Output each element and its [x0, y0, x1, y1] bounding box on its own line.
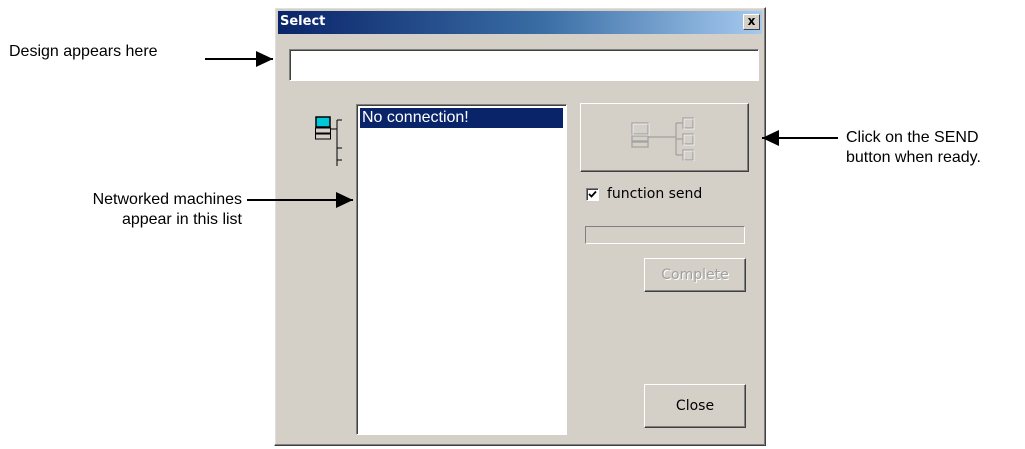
annotation-arrows	[205, 51, 838, 208]
arrow-design-head	[256, 51, 273, 67]
arrow-send-head	[762, 130, 779, 146]
arrow-networked-head	[336, 192, 353, 208]
